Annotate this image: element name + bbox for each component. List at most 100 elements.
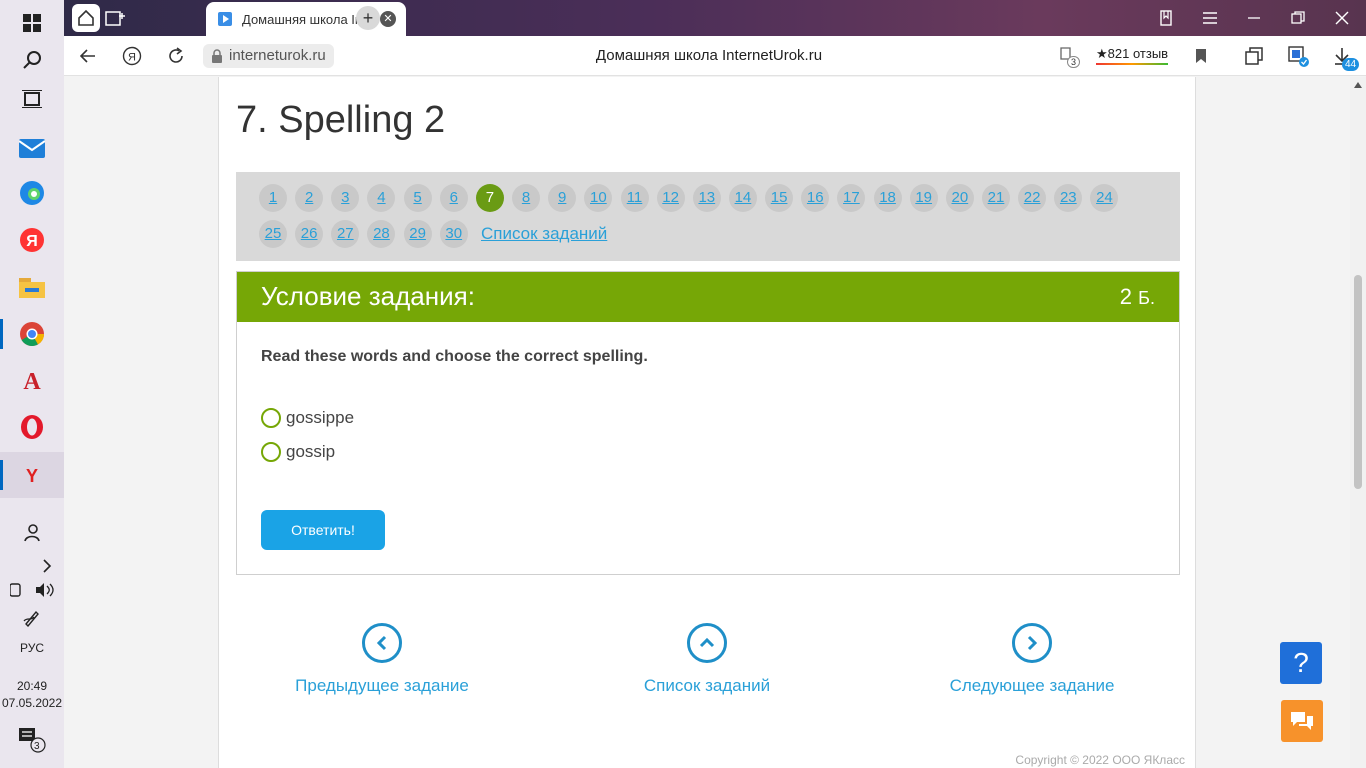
page-scrollbar[interactable]	[1350, 77, 1366, 768]
back-arrow-icon[interactable]	[76, 44, 100, 68]
answer-option-gossip[interactable]: gossip	[261, 441, 335, 463]
page-number-9[interactable]: 9	[548, 184, 577, 212]
scroll-thumb[interactable]	[1354, 275, 1362, 489]
chevron-right-circle-icon[interactable]	[1012, 623, 1052, 663]
next-task-link[interactable]: Следующее задание	[912, 623, 1152, 696]
reviews-badge[interactable]: ★821 отзыв	[1096, 46, 1169, 65]
file-explorer-icon[interactable]	[0, 264, 64, 310]
task-pagination: 1 2 3 4 5 6 7 8 9 10 11 12 13 14 15 16 17 18 19 20 21 22 23 24 2…	[236, 172, 1180, 261]
page-number-5[interactable]: 5	[403, 184, 432, 212]
menu-icon[interactable]	[1198, 6, 1222, 30]
page-number-19[interactable]: 19	[909, 184, 938, 212]
close-window-icon[interactable]	[1330, 6, 1354, 30]
page-number-21[interactable]: 21	[982, 184, 1010, 212]
chevron-up-circle-icon[interactable]	[687, 623, 727, 663]
collections-icon[interactable]	[1154, 6, 1178, 30]
reload-icon[interactable]	[164, 44, 188, 68]
mail-icon[interactable]	[0, 124, 64, 170]
page-number-25[interactable]: 25	[259, 220, 287, 248]
clock-date[interactable]: 07.05.2022	[0, 696, 64, 710]
page-number-23[interactable]: 23	[1054, 184, 1083, 212]
page-number-18[interactable]: 18	[873, 184, 902, 212]
chat-icon	[1291, 712, 1313, 730]
language-indicator[interactable]: РУС	[0, 641, 64, 655]
help-button[interactable]: ?	[1280, 642, 1322, 684]
submit-answer-button[interactable]: Ответить!	[261, 510, 385, 550]
clock-time[interactable]: 20:49	[0, 679, 64, 693]
yandex-browser-icon[interactable]: Y	[0, 452, 64, 498]
yandex-icon[interactable]: Я	[0, 217, 64, 263]
screenshot-extension-icon[interactable]	[1286, 44, 1310, 68]
svg-text:Я: Я	[128, 52, 136, 64]
task-list-nav-label: Список заданий	[643, 676, 771, 695]
page-number-13[interactable]: 13	[692, 184, 721, 212]
restore-icon[interactable]	[1286, 6, 1310, 30]
page-number-11[interactable]: 11	[620, 184, 649, 212]
windows-taskbar: Я A Y РУС 20:49 07.05.2022 3	[0, 0, 64, 768]
page-number-3[interactable]: 3	[331, 184, 360, 212]
copyright-text: Copyright © 2022 ООО ЯКласс	[1015, 753, 1185, 767]
page-number-6[interactable]: 6	[439, 184, 468, 212]
page-number-4[interactable]: 4	[367, 184, 396, 212]
task-points-unit: Б.	[1138, 288, 1155, 308]
answer-option-label: gossip	[286, 442, 336, 461]
protect-badge: 3	[1067, 56, 1081, 68]
pen-icon[interactable]	[0, 595, 64, 641]
url-field[interactable]: interneturok.ru	[203, 44, 334, 68]
chrome-icon[interactable]	[0, 311, 64, 357]
task-points: 2 Б.	[1120, 284, 1155, 310]
home-tab-icon[interactable]	[72, 4, 100, 32]
page-number-8[interactable]: 8	[512, 184, 541, 212]
page-number-15[interactable]: 15	[765, 184, 794, 212]
scroll-up-icon[interactable]	[1354, 82, 1362, 88]
task-header-title: Условие задания:	[261, 281, 475, 311]
task-list-link[interactable]: Список заданий	[481, 224, 607, 244]
page-number-2[interactable]: 2	[295, 184, 324, 212]
page-title: 7. Spelling 2	[236, 99, 446, 141]
radio-button[interactable]	[261, 442, 281, 462]
protect-icon[interactable]: 3	[1055, 44, 1081, 68]
url-text: interneturok.ru	[229, 47, 326, 64]
page-number-30[interactable]: 30	[439, 220, 468, 248]
new-tab-icon[interactable]: +	[356, 6, 380, 30]
task-card: Условие задания: 2 Б. Read these words a…	[236, 271, 1180, 575]
address-page-title: Домашняя школа InternetUrok.ru	[595, 47, 823, 64]
page-number-7[interactable]: 7	[475, 184, 504, 212]
notifications-icon[interactable]: 3	[0, 717, 64, 763]
page-number-24[interactable]: 24	[1090, 184, 1119, 212]
minimize-icon[interactable]	[1242, 6, 1266, 30]
task-view-icon[interactable]	[0, 76, 64, 122]
page-number-16[interactable]: 16	[801, 184, 830, 212]
page-number-10[interactable]: 10	[584, 184, 613, 212]
task-question: Read these words and choose the correct …	[261, 348, 648, 365]
acrobat-icon[interactable]: A	[0, 357, 64, 403]
page-number-17[interactable]: 17	[837, 184, 866, 212]
chevron-left-circle-icon[interactable]	[362, 623, 402, 663]
yandex-logo-icon[interactable]: Я	[120, 44, 144, 68]
task-list-nav-link[interactable]: Список заданий	[587, 623, 827, 696]
edge-browser-icon[interactable]	[0, 170, 64, 216]
opera-icon[interactable]	[0, 404, 64, 450]
page-number-20[interactable]: 20	[945, 184, 974, 212]
bookmark-icon[interactable]	[1189, 44, 1213, 68]
chat-button[interactable]	[1281, 700, 1323, 742]
new-folder-tab-icon[interactable]	[104, 6, 128, 30]
tab-collections-icon[interactable]	[1242, 44, 1266, 68]
task-header: Условие задания: 2 Б.	[237, 272, 1179, 322]
tab-title: Домашняя школа InternetUrok.ru	[242, 11, 374, 27]
radio-button[interactable]	[261, 408, 281, 428]
page-number-29[interactable]: 29	[403, 220, 432, 248]
page-number-22[interactable]: 22	[1018, 184, 1047, 212]
answer-option-gossippe[interactable]: gossippe	[261, 407, 354, 429]
page-number-1[interactable]: 1	[259, 184, 287, 212]
close-tab-icon[interactable]: ✕	[380, 11, 396, 27]
page-number-12[interactable]: 12	[656, 184, 685, 212]
page-number-28[interactable]: 28	[367, 220, 396, 248]
content-container: 7. Spelling 2 1 2 3 4 5 6 7 8 9 10 11 12 13 14 15 16 17 1…	[218, 77, 1196, 768]
downloads-icon[interactable]: 44	[1330, 44, 1360, 71]
page-number-26[interactable]: 26	[295, 220, 324, 248]
prev-task-link[interactable]: Предыдущее задание	[262, 623, 502, 696]
page-number-14[interactable]: 14	[728, 184, 757, 212]
page-number-27[interactable]: 27	[331, 220, 360, 248]
next-task-label: Следующее задание	[949, 676, 1115, 695]
